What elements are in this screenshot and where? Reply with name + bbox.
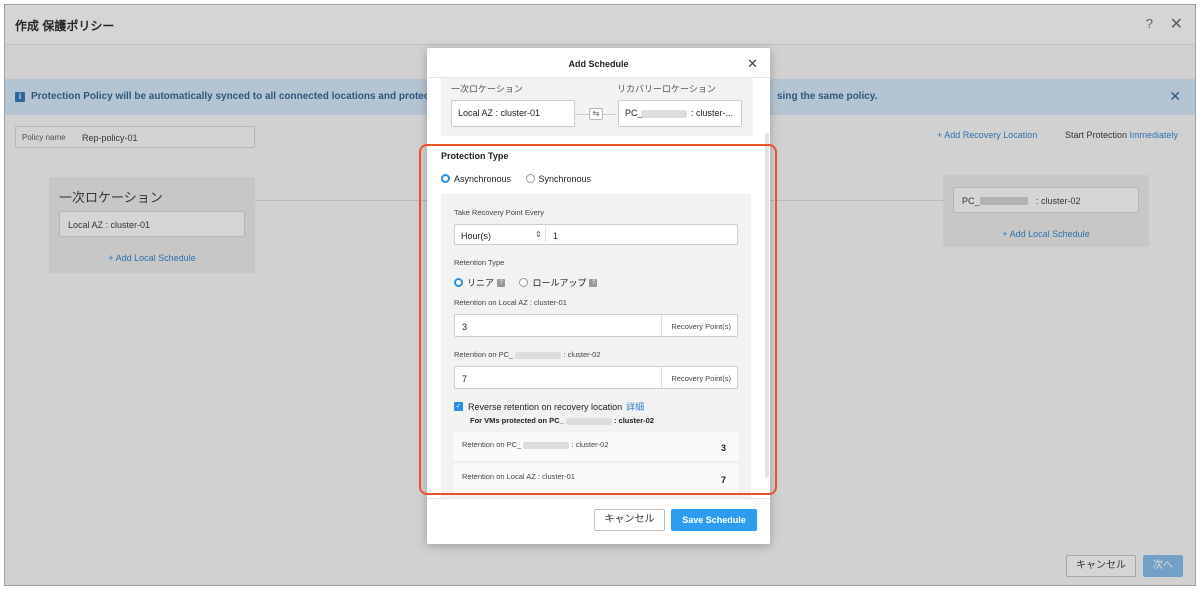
select-arrow-icon[interactable]: ⇕: [535, 230, 542, 239]
retention-remote-suffix: : cluster-02: [563, 350, 601, 359]
reverse-row-value: 3: [720, 443, 726, 453]
help-icon[interactable]: ?: [589, 278, 598, 287]
synchronous-label: Synchronous: [538, 173, 592, 184]
protection-type-label: Protection Type: [441, 151, 509, 161]
modal-recovery-suffix: : cluster-...: [691, 108, 734, 118]
retention-unit-label: Recovery Point(s): [671, 322, 731, 331]
modal-close-icon[interactable]: ✕: [747, 56, 758, 72]
primary-location-label: 一次ロケーション: [451, 84, 523, 94]
reverse-row-suffix: : cluster-02: [571, 440, 609, 449]
location-section: 一次ロケーション リカバリーロケーション Local AZ : cluster-…: [441, 78, 753, 136]
add-schedule-modal: Add Schedule ✕ 一次ロケーション リカバリーロケーション Loca…: [427, 48, 770, 544]
cancel-button[interactable]: キャンセル: [594, 509, 665, 531]
modal-title: Add Schedule: [568, 59, 629, 69]
redacted-text: [523, 441, 570, 449]
field-divider: [661, 367, 662, 388]
linear-label: リニア: [467, 278, 495, 289]
retention-unit-label: Recovery Point(s): [671, 374, 731, 383]
modal-body: 一次ロケーション リカバリーロケーション Local AZ : cluster-…: [427, 78, 770, 498]
modal-footer: キャンセル Save Schedule: [427, 498, 770, 544]
redacted-text: [641, 110, 687, 118]
reverse-retention-row-remote: Retention on PC_ : cluster-02 3: [454, 432, 738, 462]
retention-remote-label: Retention on PC_ : cluster-02: [454, 350, 601, 359]
reverse-row-prefix: Retention on PC_: [462, 440, 522, 449]
rollup-radio[interactable]: [519, 278, 529, 288]
for-vms-prefix: For VMs protected on PC_: [470, 416, 564, 425]
recovery-point-label: Take Recovery Point Every: [454, 208, 545, 217]
reverse-retention-label: Reverse retention on recovery location: [468, 401, 623, 412]
retention-type-label: Retention Type: [454, 258, 505, 267]
retention-type-radio-group: リニア? ロールアップ?: [454, 274, 607, 288]
linear-radio[interactable]: [454, 278, 463, 288]
rollup-label: ロールアップ: [532, 278, 587, 289]
for-vms-suffix: : cluster-02: [613, 416, 654, 425]
schedule-panel: Take Recovery Point Every Hour(s) ⇕ 1 Re…: [441, 194, 751, 498]
recovery-point-field: Hour(s) ⇕ 1: [454, 224, 738, 245]
modal-primary-location-value: Local AZ : cluster-01: [458, 108, 541, 118]
protection-type-radio-group: Asynchronous Synchronous: [441, 170, 601, 184]
retention-remote-field[interactable]: 7 Recovery Point(s): [454, 366, 738, 389]
modal-primary-location-field[interactable]: Local AZ : cluster-01: [451, 100, 575, 127]
field-divider: [661, 315, 662, 336]
retention-remote-prefix: Retention on PC_: [454, 350, 514, 359]
reverse-row-value: 7: [720, 475, 726, 485]
save-schedule-button[interactable]: Save Schedule: [671, 509, 757, 531]
modal-header: Add Schedule ✕: [427, 48, 770, 78]
modal-recovery-location-field[interactable]: PC_ : cluster-...: [618, 100, 742, 127]
retention-local-label: Retention on Local AZ : cluster-01: [454, 298, 567, 307]
synchronous-radio[interactable]: [525, 174, 535, 184]
details-link[interactable]: 詳細: [626, 402, 644, 412]
retention-local-field[interactable]: 3 Recovery Point(s): [454, 314, 738, 337]
field-divider: [545, 227, 546, 242]
reverse-retention-row-local: Retention on Local AZ : cluster-01 7: [454, 464, 738, 494]
reverse-retention-checkbox[interactable]: ✓: [454, 402, 463, 412]
redacted-text: [565, 417, 612, 425]
swap-icon[interactable]: ⇆: [589, 108, 603, 120]
for-vms-text: For VMs protected on PC_ : cluster-02: [470, 416, 654, 425]
swap-connector: [575, 114, 589, 115]
modal-scrollbar[interactable]: [765, 133, 769, 478]
recovery-location-label: リカバリーロケーション: [617, 84, 716, 94]
asynchronous-radio[interactable]: [441, 174, 450, 184]
swap-connector: [603, 114, 617, 115]
modal-recovery-prefix: PC_: [625, 108, 643, 118]
reverse-row-label: Retention on Local AZ : cluster-01: [462, 472, 575, 481]
asynchronous-label: Asynchronous: [454, 173, 512, 184]
retention-remote-value: 7: [462, 374, 468, 384]
reverse-row-label: Retention on PC_ : cluster-02: [462, 440, 609, 449]
retention-local-value: 3: [462, 322, 468, 332]
recovery-every-input[interactable]: 1: [553, 231, 558, 241]
redacted-text: [515, 351, 562, 359]
help-icon[interactable]: ?: [497, 278, 506, 287]
recovery-unit-select[interactable]: Hour(s): [461, 231, 491, 241]
reverse-retention-row: ✓ Reverse retention on recovery location 詳…: [454, 398, 644, 412]
